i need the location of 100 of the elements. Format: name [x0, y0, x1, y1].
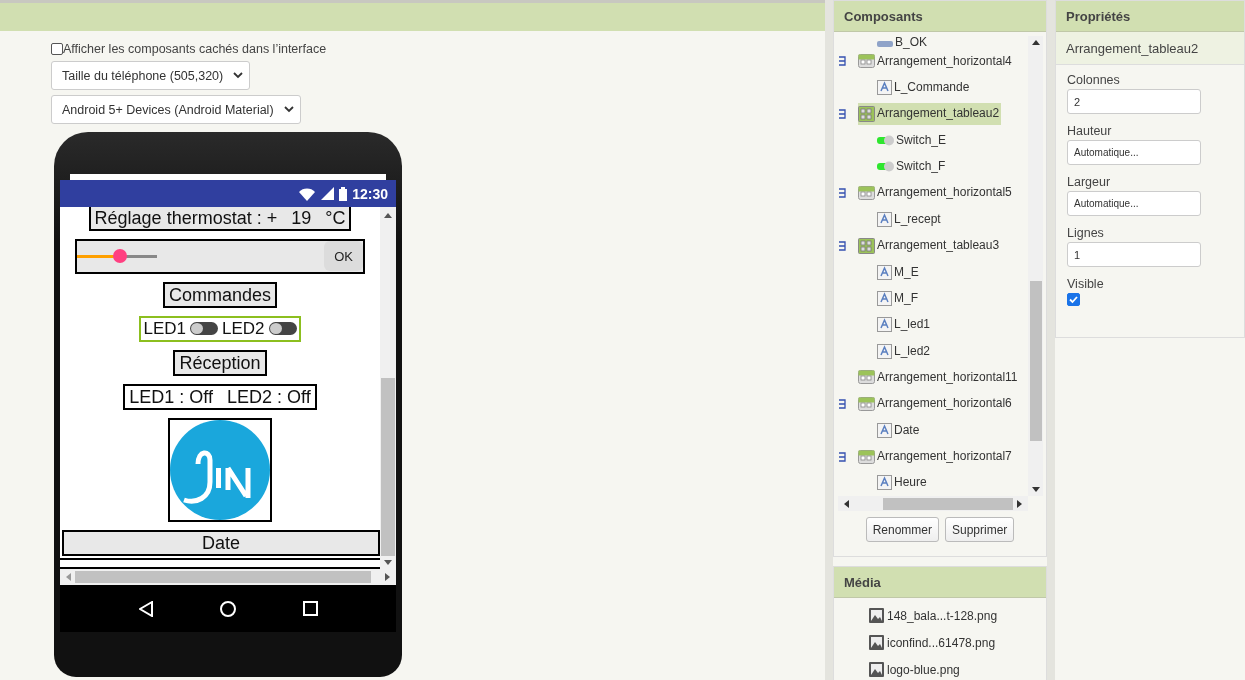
ok-button[interactable]: OK — [324, 241, 363, 272]
screen-label: °C — [325, 207, 346, 229]
component-action-button[interactable]: Renommer — [865, 517, 939, 542]
scroll-right-icon[interactable] — [1017, 499, 1022, 508]
label-component-icon — [877, 290, 892, 306]
toggle-switch[interactable] — [268, 322, 297, 336]
horizontal-arrangement-icon — [858, 54, 875, 69]
property-label: Largeur — [1067, 175, 1112, 189]
screen-label: Date — [62, 529, 380, 556]
tree-item[interactable]: L_recept — [877, 208, 943, 230]
scroll-down-icon[interactable] — [1031, 487, 1040, 492]
horizontal-arrangement-icon — [858, 449, 875, 464]
panel-title: Composants — [834, 1, 1046, 32]
panel-title: Propriétés — [1056, 1, 1244, 32]
screen-label: Réglage thermostat : + — [94, 207, 278, 229]
collapse-icon[interactable] — [838, 398, 846, 409]
label-component-icon — [877, 422, 892, 438]
property-label: Visible — [1067, 277, 1105, 291]
tree-item[interactable]: Arrangement_horizontal5 — [858, 182, 1014, 204]
scroll-right-icon[interactable] — [385, 573, 390, 581]
tree-item[interactable]: Arrangement_horizontal4 — [858, 50, 1014, 72]
screen-label: Commandes — [162, 281, 277, 308]
scroll-left-icon[interactable] — [844, 499, 849, 508]
panel-title: Média — [834, 567, 1046, 598]
tree-item[interactable]: B_OK — [877, 36, 929, 53]
back-icon[interactable] — [138, 600, 153, 617]
home-icon[interactable] — [219, 600, 236, 617]
phone-size-dropdown[interactable]: Taille du téléphone (505,320) — [51, 61, 251, 90]
tree-item[interactable]: L_led1 — [877, 314, 933, 336]
collapse-icon[interactable] — [838, 187, 846, 198]
switch-label: LED1 — [143, 317, 186, 340]
selected-component-name: Arrangement_tableau2 — [1056, 32, 1244, 65]
collapse-icon[interactable] — [838, 451, 846, 462]
table-arrangement-icon — [858, 105, 875, 122]
label-component-icon — [877, 80, 892, 96]
property-label: Lignes — [1067, 226, 1105, 240]
switch-label: LED2 — [222, 317, 265, 340]
tree-item[interactable]: M_F — [877, 287, 920, 309]
tree-item[interactable]: Arrangement_horizontal6 — [858, 393, 1014, 415]
tree-item[interactable]: L_Commande — [877, 77, 972, 99]
scroll-down-icon[interactable] — [384, 560, 392, 565]
battery-icon — [339, 186, 348, 201]
property-label: Colonnes — [1067, 73, 1121, 87]
horizontal-arrangement-icon — [858, 396, 875, 411]
label-component-icon — [877, 211, 892, 227]
tree-item[interactable]: Arrangement_tableau2 — [858, 102, 1002, 125]
label-component-icon — [877, 343, 892, 359]
tree-item[interactable]: Arrangement_horizontal11 — [858, 367, 1020, 388]
checkbox-label: Afficher les composants cachés dans l’interface — [63, 42, 327, 56]
image-file-icon — [869, 608, 884, 623]
label-component-icon — [877, 475, 892, 491]
media-file[interactable]: logo-blue.png — [834, 656, 1046, 680]
property-input-field[interactable]: 2 — [1067, 89, 1201, 114]
screen-label: LED2 : Off — [227, 385, 311, 408]
switch-component-icon — [877, 161, 894, 173]
recent-apps-icon[interactable] — [302, 601, 318, 616]
theme-dropdown[interactable]: Android 5+ Devices (Android Material) — [51, 95, 301, 124]
horizontal-arrangement-icon — [858, 370, 875, 385]
horizontal-scrollbar[interactable] — [60, 569, 396, 585]
tree-item[interactable]: Arrangement_tableau3 — [858, 234, 1002, 257]
label-component-icon — [877, 264, 892, 280]
screen-label: 19 — [291, 207, 312, 229]
media-file[interactable]: 148_bala...t-128.png — [834, 602, 1046, 629]
switch-component-icon — [877, 134, 894, 146]
chevron-down-icon — [233, 72, 244, 79]
property-input-field[interactable]: Automatique... — [1067, 191, 1201, 216]
component-action-button[interactable]: Supprimer — [945, 517, 1015, 542]
tree-item[interactable]: Date — [877, 419, 922, 441]
media-file[interactable]: iconfind...61478.png — [834, 629, 1046, 656]
horizontal-arrangement-icon — [858, 185, 875, 200]
image-file-icon — [869, 662, 884, 677]
collapse-icon[interactable] — [838, 240, 846, 251]
screen-label: Réception — [173, 349, 267, 376]
tree-item[interactable]: L_led2 — [877, 340, 933, 362]
wifi-icon — [298, 186, 317, 201]
screen-label: LED1 : Off — [129, 385, 213, 408]
vertical-scrollbar[interactable] — [1028, 36, 1043, 496]
property-label: Hauteur — [1067, 124, 1113, 138]
tree-item[interactable]: M_E — [877, 261, 921, 283]
hidden-components-checkbox[interactable] — [51, 43, 63, 55]
tree-item[interactable]: Switch_E — [877, 129, 949, 151]
slider-thumb[interactable] — [113, 249, 128, 264]
chevron-down-icon — [283, 106, 294, 113]
tree-item[interactable]: Arrangement_horizontal7 — [858, 446, 1014, 468]
property-checkbox[interactable] — [1067, 293, 1080, 306]
tree-item[interactable]: Heure — [877, 472, 929, 494]
property-input-field[interactable]: Automatique... — [1067, 140, 1201, 165]
toggle-switch[interactable] — [190, 322, 218, 336]
collapse-icon[interactable] — [838, 108, 846, 119]
status-time: 12:30 — [352, 185, 388, 202]
tree-item[interactable]: Switch_F — [877, 156, 948, 178]
property-input-field[interactable]: 1 — [1067, 242, 1201, 267]
vertical-scrollbar[interactable] — [380, 207, 396, 569]
image-file-icon — [869, 635, 884, 650]
scroll-up-icon[interactable] — [1031, 40, 1040, 45]
scroll-up-icon[interactable] — [384, 213, 392, 218]
horizontal-scrollbar[interactable] — [838, 496, 1028, 511]
signal-icon — [321, 187, 335, 200]
collapse-icon[interactable] — [838, 56, 846, 67]
label-component-icon — [877, 317, 892, 333]
